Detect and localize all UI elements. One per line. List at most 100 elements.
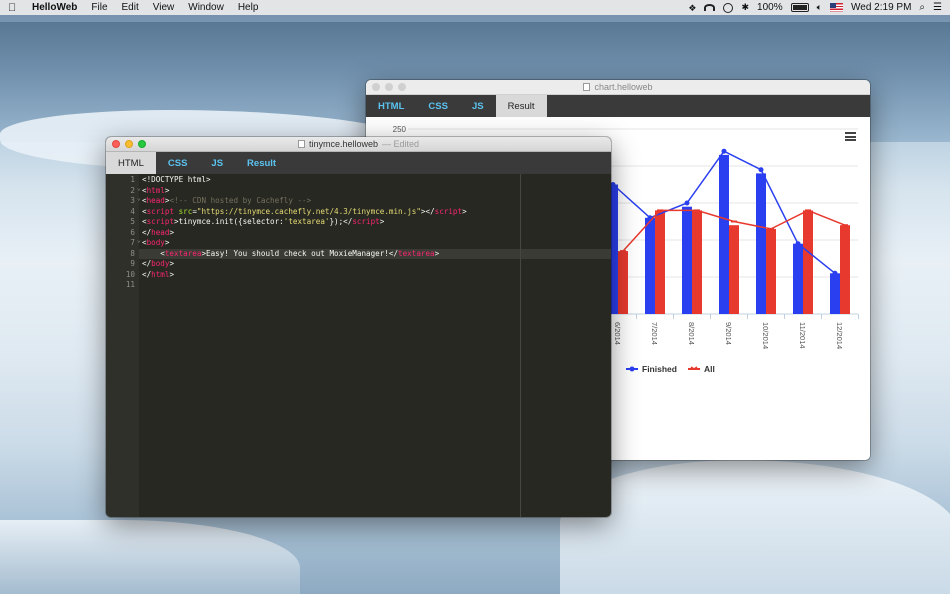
- battery-icon[interactable]: [790, 3, 809, 12]
- menu-edit[interactable]: Edit: [122, 2, 139, 13]
- volume-icon[interactable]: 🔈︎: [817, 2, 822, 13]
- bar-all: [692, 210, 702, 314]
- desktop-wallpaper-ice: [560, 460, 950, 594]
- tab-css[interactable]: CSS: [416, 95, 460, 117]
- line-number-gutter: 1234567891011: [106, 174, 141, 517]
- code-token: body: [151, 259, 170, 268]
- chart-window-tabbar: HTML CSS JS Result: [366, 95, 870, 117]
- code-token: body: [146, 238, 165, 247]
- x-tick-label: 12/2014: [835, 322, 844, 349]
- code-token: >: [169, 259, 175, 268]
- minimize-icon[interactable]: [385, 83, 393, 91]
- menu-view[interactable]: View: [153, 2, 175, 13]
- document-icon: [583, 83, 591, 91]
- code-text-area[interactable]: <!DOCTYPE html> <html> <head><!-- CDN host…: [139, 174, 611, 517]
- wifi-icon[interactable]: [704, 4, 716, 11]
- legend-marker: [629, 366, 635, 372]
- line-number: 5: [130, 217, 135, 226]
- code-token: >: [164, 185, 170, 195]
- code-line[interactable]: <head><!-- CDN hosted by Cachefly -->: [139, 196, 611, 207]
- line-number: 1: [130, 175, 135, 184]
- code-token: html: [151, 269, 170, 279]
- x-tick-label: 10/2014: [761, 322, 770, 349]
- battery-percent[interactable]: 100%: [757, 2, 783, 13]
- tab-js[interactable]: JS: [199, 152, 235, 174]
- menu-help[interactable]: Help: [238, 2, 259, 13]
- code-editor[interactable]: 1234567891011 <!DOCTYPE html><html><head…: [106, 174, 611, 517]
- menu-window[interactable]: Window: [188, 2, 224, 13]
- code-token: ></: [420, 206, 435, 216]
- tab-js[interactable]: JS: [460, 95, 496, 117]
- code-token: >: [434, 248, 440, 258]
- line-number: 8: [130, 248, 135, 258]
- code-line[interactable]: </body>: [139, 259, 611, 270]
- menubar-clock[interactable]: Wed 2:19 PM: [851, 2, 911, 13]
- bar-all: [729, 225, 739, 314]
- bar-all: [766, 228, 776, 314]
- input-source-flag-icon[interactable]: [830, 3, 844, 12]
- app-menu[interactable]: HelloWeb: [32, 2, 77, 13]
- bar-all: [803, 210, 813, 314]
- code-line[interactable]: <html>: [139, 186, 611, 197]
- code-token: >Easy! You should check out MoxieManager…: [201, 248, 399, 258]
- x-tick-label: 7/2014: [650, 322, 659, 345]
- tab-css[interactable]: CSS: [156, 152, 200, 174]
- menu-file[interactable]: File: [91, 2, 107, 13]
- time-machine-icon[interactable]: [723, 2, 734, 13]
- tab-result[interactable]: Result: [235, 152, 288, 174]
- minimize-icon[interactable]: [125, 140, 133, 148]
- code-token: >: [164, 238, 170, 247]
- tab-result[interactable]: Result: [495, 95, 547, 117]
- code-token: script: [146, 206, 175, 216]
- close-icon[interactable]: [372, 83, 380, 91]
- code-line[interactable]: <body>: [139, 238, 611, 249]
- zoom-icon[interactable]: [398, 83, 406, 91]
- code-line[interactable]: [139, 280, 611, 291]
- code-token: </: [142, 259, 152, 268]
- code-line[interactable]: <script src="https://tinymce.cachefly.ne…: [139, 207, 611, 218]
- tab-html[interactable]: HTML: [106, 152, 156, 174]
- code-token: >: [462, 206, 467, 216]
- point-finished: [684, 200, 690, 206]
- bluetooth-icon[interactable]: ✱: [741, 2, 749, 13]
- editor-window: tinymce.helloweb — Edited HTML CSS JS Re…: [106, 137, 611, 517]
- code-line[interactable]: <textarea>Easy! You should check out Mox…: [139, 248, 611, 259]
- bar-all: [618, 251, 628, 314]
- bar-finished: [830, 273, 840, 314]
- apple-menu-icon[interactable]: : [8, 2, 20, 14]
- bar-finished: [793, 243, 803, 314]
- code-token: "https://tinymce.cachefly.net/4.3/tinymc…: [196, 206, 421, 216]
- x-tick-label: 8/2014: [687, 322, 696, 345]
- dropbox-icon[interactable]: ❖: [688, 3, 696, 13]
- line-number: 6: [130, 227, 135, 237]
- code-token: >tinymce.init({selector:: [174, 217, 284, 226]
- menu-bar:  HelloWeb File Edit View Window Help ❖ …: [0, 0, 950, 15]
- code-token: });</: [329, 217, 353, 226]
- line-number: 3: [106, 193, 141, 207]
- spotlight-search-icon[interactable]: ⌕: [919, 2, 925, 13]
- code-token: >: [379, 217, 385, 226]
- x-tick-label: 9/2014: [724, 322, 733, 345]
- tab-html[interactable]: HTML: [366, 95, 416, 117]
- line-number: 4: [130, 206, 135, 216]
- close-icon[interactable]: [112, 140, 120, 148]
- status-area: ❖ ✱ 100% 🔈︎ Wed 2:19 PM ⌕ ☰: [688, 2, 942, 13]
- line-number: 9: [130, 259, 135, 268]
- editor-window-titlebar[interactable]: tinymce.helloweb — Edited: [106, 137, 611, 152]
- x-tick-label: 11/2014: [798, 322, 807, 349]
- code-line[interactable]: <script>tinymce.init({selector:'textarea…: [139, 217, 611, 228]
- notification-center-icon[interactable]: ☰: [933, 2, 942, 13]
- code-token: </: [142, 269, 152, 279]
- chart-menu-icon[interactable]: [845, 132, 856, 141]
- code-token: head: [146, 196, 165, 205]
- window-controls: [112, 140, 146, 148]
- bar-finished: [682, 206, 692, 314]
- code-line[interactable]: </head>: [139, 228, 611, 239]
- point-finished: [758, 167, 764, 173]
- code-line[interactable]: </html>: [139, 270, 611, 281]
- print-margin: [520, 174, 521, 517]
- chart-window-titlebar[interactable]: chart.helloweb: [366, 80, 870, 95]
- zoom-icon[interactable]: [138, 140, 146, 148]
- code-line[interactable]: <!DOCTYPE html>: [139, 175, 611, 186]
- window-controls: [372, 83, 406, 91]
